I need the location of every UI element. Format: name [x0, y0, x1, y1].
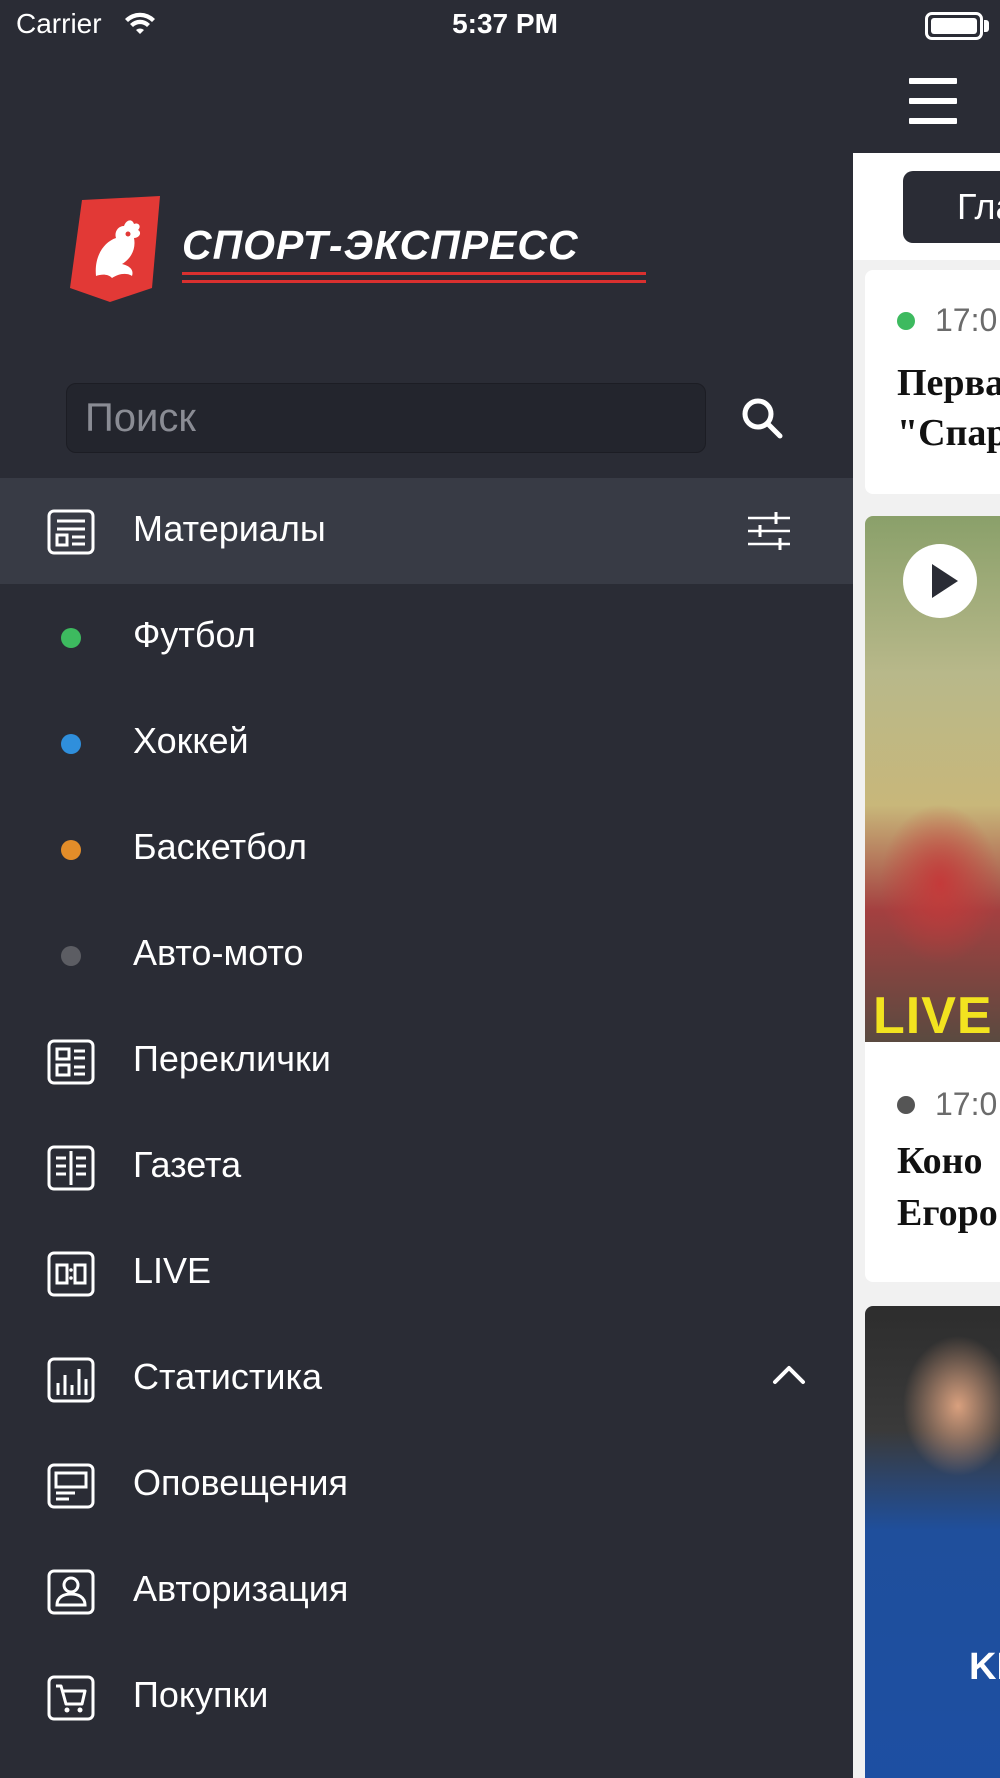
battery-tip	[984, 20, 989, 32]
main-content-peek[interactable]: Гла 17:0 Перва "Спар LIVE 17:0 Коно Егор…	[853, 0, 1000, 1778]
live-score-icon	[47, 1251, 95, 1297]
drawer-menu: Материалы Футбол Хоккей Баскетбол Авто-м…	[0, 478, 853, 1750]
auto-moto-dot-icon	[61, 946, 81, 966]
menu-item-basketball[interactable]: Баскетбол	[0, 796, 853, 902]
card-title-line: Егоро	[897, 1192, 998, 1234]
menu-item-label: Газета	[133, 1144, 242, 1185]
battery-icon	[925, 12, 983, 40]
materials-icon	[47, 509, 95, 555]
card-title-line: Перва	[897, 362, 1000, 404]
basketball-dot-icon	[61, 840, 81, 860]
roll-call-icon	[47, 1039, 95, 1085]
rooster-logo-icon	[70, 196, 160, 302]
live-badge: LIVE	[873, 987, 993, 1045]
clock: 5:37 PM	[452, 8, 558, 39]
menu-item-materials[interactable]: Материалы	[0, 478, 853, 584]
menu-item-live[interactable]: LIVE	[0, 1220, 853, 1326]
card-photo: LIVE	[865, 516, 1000, 1045]
menu-item-notifications[interactable]: Оповещения	[0, 1432, 853, 1538]
menu-item-auto-moto[interactable]: Авто-мото	[0, 902, 853, 1008]
search-field[interactable]	[66, 383, 706, 453]
menu-item-football[interactable]: Футбол	[0, 584, 853, 690]
user-icon	[47, 1569, 95, 1615]
brand-name: СПОРТ-ЭКСПРЕСС	[182, 222, 579, 268]
menu-item-purchases[interactable]: Покупки	[0, 1644, 853, 1750]
menu-item-authorization[interactable]: Авторизация	[0, 1538, 853, 1644]
brand-underline	[182, 272, 646, 275]
section-tabs: Гла	[853, 153, 1000, 260]
category-dot-icon	[897, 311, 915, 330]
card-photo: KIN	[865, 1306, 1000, 1778]
newspaper-icon	[47, 1145, 95, 1191]
news-card[interactable]: KIN	[865, 1306, 1000, 1778]
navigation-drawer: Carrier 5:37 PM СПОРТ-ЭКСПРЕСС Поиск Мат…	[0, 0, 853, 1778]
menu-item-roll-calls[interactable]: Переклички	[0, 1008, 853, 1114]
menu-item-label: LIVE	[133, 1250, 212, 1291]
menu-item-hockey[interactable]: Хоккей	[0, 690, 853, 796]
card-time: 17:0	[935, 302, 998, 338]
menu-item-label: Статистика	[133, 1356, 323, 1397]
chevron-up-icon[interactable]	[772, 1362, 806, 1386]
brand-logo[interactable]: СПОРТ-ЭКСПРЕСС	[70, 196, 646, 306]
menu-item-label: Авторизация	[133, 1568, 349, 1609]
football-dot-icon	[61, 628, 81, 648]
cart-icon	[47, 1675, 95, 1721]
card-meta: 17:0	[897, 302, 997, 339]
menu-item-label: Оповещения	[133, 1462, 348, 1503]
statistics-icon	[47, 1357, 95, 1403]
menu-item-statistics[interactable]: Статистика	[0, 1326, 853, 1432]
news-card[interactable]: 17:0 Перва "Спар	[865, 270, 1000, 494]
menu-item-label: Авто-мото	[133, 932, 304, 973]
category-dot-icon	[897, 1095, 915, 1114]
menu-item-newspaper[interactable]: Газета	[0, 1114, 853, 1220]
filter-settings-icon[interactable]	[746, 512, 792, 550]
notifications-icon	[47, 1463, 95, 1509]
hamburger-menu-icon[interactable]	[909, 78, 957, 124]
play-icon[interactable]	[903, 544, 977, 618]
card-time: 17:0	[935, 1086, 998, 1122]
menu-item-label: Переклички	[133, 1038, 331, 1079]
menu-item-label: Футбол	[133, 614, 256, 655]
search-input[interactable]	[67, 384, 705, 452]
menu-item-label: Покупки	[133, 1674, 269, 1715]
menu-item-label: Материалы	[133, 508, 326, 549]
card-title-line: Коно	[897, 1140, 983, 1182]
jersey-text: KIN	[969, 1646, 1000, 1688]
app-header	[853, 0, 1000, 153]
menu-item-label: Хоккей	[133, 720, 249, 761]
card-meta: 17:0	[897, 1086, 997, 1123]
menu-item-label: Баскетбол	[133, 826, 307, 867]
news-card-video[interactable]: LIVE 17:0 Коно Егоро	[865, 516, 1000, 1282]
tab-main[interactable]: Гла	[903, 171, 1000, 243]
card-title-line: "Спар	[897, 412, 1000, 454]
search-icon[interactable]	[738, 394, 786, 442]
hockey-dot-icon	[61, 734, 81, 754]
brand-underline	[182, 280, 646, 283]
